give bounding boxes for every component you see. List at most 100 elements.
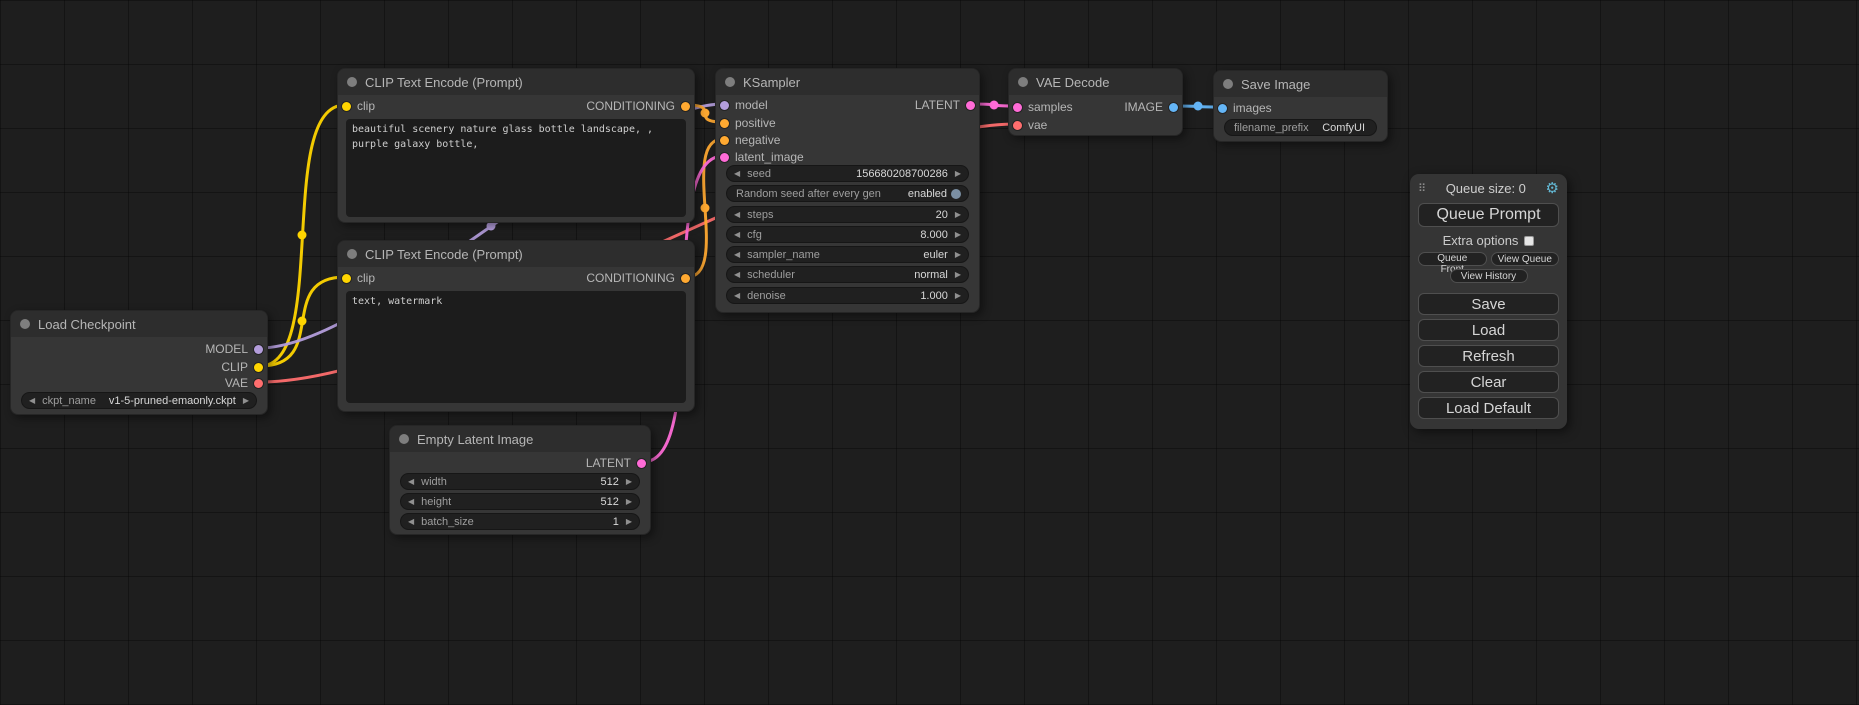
decrement-arrow-icon[interactable]: ◀ xyxy=(734,271,740,279)
widget-cfg[interactable]: ◀ cfg 8.000 ▶ xyxy=(726,226,969,243)
widget-batch-size[interactable]: ◀ batch_size 1 ▶ xyxy=(400,513,640,530)
widget-scheduler[interactable]: ◀ scheduler normal ▶ xyxy=(726,266,969,283)
collapse-dot-icon[interactable] xyxy=(347,77,357,87)
input-slot-clip[interactable]: clip xyxy=(342,270,375,286)
toggle-dot[interactable] xyxy=(951,189,961,199)
output-slot-latent[interactable]: LATENT xyxy=(586,455,646,471)
output-slot-latent[interactable]: LATENT xyxy=(915,97,975,113)
refresh-button[interactable]: Refresh xyxy=(1418,345,1559,367)
node-vae-decode[interactable]: VAE Decode samples vae IMAGE xyxy=(1008,68,1183,136)
input-slot-clip[interactable]: clip xyxy=(342,98,375,114)
collapse-dot-icon[interactable] xyxy=(1223,79,1233,89)
queue-front-button[interactable]: Queue Front xyxy=(1418,252,1487,266)
slot-dot-clip[interactable] xyxy=(342,274,351,283)
load-button[interactable]: Load xyxy=(1418,319,1559,341)
settings-gear-icon[interactable]: ⚙ xyxy=(1546,181,1559,196)
input-slot-latent-image[interactable]: latent_image xyxy=(720,149,804,165)
output-slot-model[interactable]: MODEL xyxy=(205,341,263,357)
slot-dot-latent[interactable] xyxy=(720,153,729,162)
drag-handle-icon[interactable]: ⠿ xyxy=(1418,182,1426,195)
decrement-arrow-icon[interactable]: ◀ xyxy=(734,292,740,300)
output-slot-conditioning[interactable]: CONDITIONING xyxy=(586,98,690,114)
slot-dot-conditioning[interactable] xyxy=(720,119,729,128)
increment-arrow-icon[interactable]: ▶ xyxy=(955,170,961,178)
node-save-image[interactable]: Save Image images filename_prefix ComfyU… xyxy=(1213,70,1388,142)
widget-steps[interactable]: ◀ steps 20 ▶ xyxy=(726,206,969,223)
decrement-arrow-icon[interactable]: ◀ xyxy=(29,397,35,405)
input-slot-samples[interactable]: samples xyxy=(1013,99,1073,115)
slot-dot-latent[interactable] xyxy=(1013,103,1022,112)
increment-arrow-icon[interactable]: ▶ xyxy=(955,251,961,259)
increment-arrow-icon[interactable]: ▶ xyxy=(955,231,961,239)
node-header[interactable]: CLIP Text Encode (Prompt) xyxy=(338,241,694,267)
extra-options-checkbox[interactable] xyxy=(1524,236,1534,246)
increment-arrow-icon[interactable]: ▶ xyxy=(626,498,632,506)
collapse-dot-icon[interactable] xyxy=(20,319,30,329)
decrement-arrow-icon[interactable]: ◀ xyxy=(408,498,414,506)
widget-height[interactable]: ◀ height 512 ▶ xyxy=(400,493,640,510)
widget-filename-prefix[interactable]: filename_prefix ComfyUI xyxy=(1224,119,1377,136)
output-slot-clip[interactable]: CLIP xyxy=(221,359,263,375)
input-slot-positive[interactable]: positive xyxy=(720,115,776,131)
increment-arrow-icon[interactable]: ▶ xyxy=(955,292,961,300)
slot-dot-conditioning[interactable] xyxy=(681,102,690,111)
increment-arrow-icon[interactable]: ▶ xyxy=(626,518,632,526)
prompt-textarea[interactable]: beautiful scenery nature glass bottle la… xyxy=(346,119,686,217)
decrement-arrow-icon[interactable]: ◀ xyxy=(734,231,740,239)
input-slot-model[interactable]: model xyxy=(720,97,768,113)
node-clip-text-encode-positive[interactable]: CLIP Text Encode (Prompt) clip CONDITION… xyxy=(337,68,695,223)
decrement-arrow-icon[interactable]: ◀ xyxy=(408,518,414,526)
prompt-textarea[interactable]: text, watermark xyxy=(346,291,686,403)
widget-ckpt-name[interactable]: ◀ ckpt_name v1-5-pruned-emaonly.ckpt ▶ xyxy=(21,392,257,409)
output-slot-image[interactable]: IMAGE xyxy=(1124,99,1178,115)
node-header[interactable]: Load Checkpoint xyxy=(11,311,267,337)
node-clip-text-encode-negative[interactable]: CLIP Text Encode (Prompt) clip CONDITION… xyxy=(337,240,695,412)
widget-width[interactable]: ◀ width 512 ▶ xyxy=(400,473,640,490)
slot-dot-conditioning[interactable] xyxy=(681,274,690,283)
view-history-button[interactable]: View History xyxy=(1450,269,1528,283)
queue-prompt-button[interactable]: Queue Prompt xyxy=(1418,203,1559,227)
node-header[interactable]: Empty Latent Image xyxy=(390,426,650,452)
slot-dot-image[interactable] xyxy=(1218,104,1227,113)
slot-dot-vae[interactable] xyxy=(1013,121,1022,130)
node-header[interactable]: CLIP Text Encode (Prompt) xyxy=(338,69,694,95)
slot-dot-image[interactable] xyxy=(1169,103,1178,112)
slot-dot-latent[interactable] xyxy=(637,459,646,468)
widget-seed[interactable]: ◀ seed 156680208700286 ▶ xyxy=(726,165,969,182)
output-slot-vae[interactable]: VAE xyxy=(225,375,263,391)
collapse-dot-icon[interactable] xyxy=(725,77,735,87)
node-load-checkpoint[interactable]: Load Checkpoint MODEL CLIP VAE ◀ ckpt_na… xyxy=(10,310,268,415)
widget-denoise[interactable]: ◀ denoise 1.000 ▶ xyxy=(726,287,969,304)
graph-canvas[interactable]: Load Checkpoint MODEL CLIP VAE ◀ ckpt_na… xyxy=(0,0,1859,705)
slot-dot-clip[interactable] xyxy=(254,363,263,372)
increment-arrow-icon[interactable]: ▶ xyxy=(955,271,961,279)
node-header[interactable]: VAE Decode xyxy=(1009,69,1182,95)
decrement-arrow-icon[interactable]: ◀ xyxy=(408,478,414,486)
output-slot-conditioning[interactable]: CONDITIONING xyxy=(586,270,690,286)
node-empty-latent-image[interactable]: Empty Latent Image LATENT ◀ width 512 ▶ … xyxy=(389,425,651,535)
slot-dot-conditioning[interactable] xyxy=(720,136,729,145)
node-ksampler[interactable]: KSampler model positive negative latent_… xyxy=(715,68,980,313)
increment-arrow-icon[interactable]: ▶ xyxy=(626,478,632,486)
increment-arrow-icon[interactable]: ▶ xyxy=(955,211,961,219)
input-slot-vae[interactable]: vae xyxy=(1013,117,1047,133)
input-slot-images[interactable]: images xyxy=(1218,100,1272,116)
slot-dot-latent[interactable] xyxy=(966,101,975,110)
widget-sampler-name[interactable]: ◀ sampler_name euler ▶ xyxy=(726,246,969,263)
increment-arrow-icon[interactable]: ▶ xyxy=(243,397,249,405)
slot-dot-model[interactable] xyxy=(254,345,263,354)
decrement-arrow-icon[interactable]: ◀ xyxy=(734,211,740,219)
node-header[interactable]: KSampler xyxy=(716,69,979,95)
slot-dot-model[interactable] xyxy=(720,101,729,110)
widget-random-seed-toggle[interactable]: Random seed after every gen enabled xyxy=(726,185,969,202)
collapse-dot-icon[interactable] xyxy=(347,249,357,259)
node-header[interactable]: Save Image xyxy=(1214,71,1387,97)
save-button[interactable]: Save xyxy=(1418,293,1559,315)
collapse-dot-icon[interactable] xyxy=(1018,77,1028,87)
collapse-dot-icon[interactable] xyxy=(399,434,409,444)
view-queue-button[interactable]: View Queue xyxy=(1491,252,1560,266)
input-slot-negative[interactable]: negative xyxy=(720,132,780,148)
slot-dot-clip[interactable] xyxy=(342,102,351,111)
decrement-arrow-icon[interactable]: ◀ xyxy=(734,170,740,178)
load-default-button[interactable]: Load Default xyxy=(1418,397,1559,419)
